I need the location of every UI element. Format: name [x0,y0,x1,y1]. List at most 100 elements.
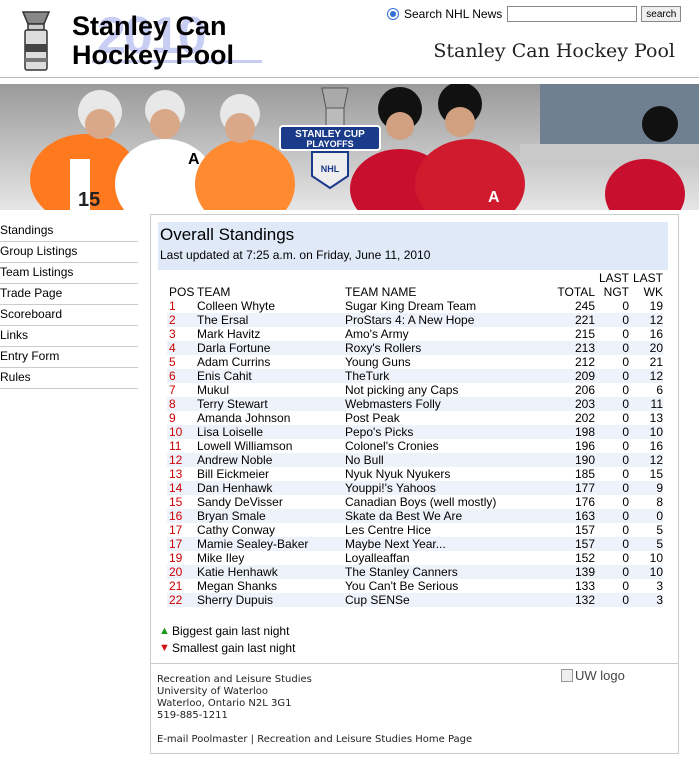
footer-links: E-mail Poolmaster | Recreation and Leisu… [157,734,472,745]
pos-cell: 9 [169,411,176,425]
site-title: Stanley Can Hockey Pool [433,40,675,62]
sidebar-item-team-listings[interactable]: Team Listings [0,264,138,284]
last-ngt-cell: 0 [595,509,629,523]
last-ngt-cell: 0 [622,411,629,425]
team-cell: Katie Henhawk [197,565,345,579]
last-wk-cell: 9 [629,481,663,495]
home-page-link[interactable]: Recreation and Leisure Studies Home Page [257,734,472,745]
team-name-cell: Not picking any Caps [345,383,459,397]
pos-cell: 8 [167,397,197,411]
last-wk-cell: 3 [656,579,663,593]
table-row: 20 Katie Henhawk The Stanley Canners 139 0 10 [167,565,663,579]
col-header-last-wk-top: LAST [632,271,663,285]
last-wk-cell: 6 [656,383,663,397]
sidebar-item-group-listings[interactable]: Group Listings [0,243,138,263]
table-row: 11 Lowell Williamson Colonel's Cronies 196 0… [167,439,663,453]
table-row: 6 Enis Cahit TheTurk 209 0 12 [167,369,663,383]
table-row: 15 Sandy DeVisser Canadian Boys (well most… [167,495,663,509]
team-name-cell: Canadian Boys (well mostly) [345,495,497,509]
cup-logo-badge: NHL [321,164,340,174]
last-ngt-cell: 0 [622,327,629,341]
team-name-cell: Post Peak [345,411,400,425]
team-cell: Colleen Whyte [197,299,276,313]
col-header-last-ngt-top: LAST [598,271,629,285]
col-header-pos: POS [169,285,195,299]
total-cell: 177 [551,481,595,495]
team-name-cell: No Bull [345,453,551,467]
sidebar-item-trade-page[interactable]: Trade Page [0,285,138,305]
last-ngt-cell: 0 [622,355,629,369]
last-wk-cell: 12 [629,453,663,467]
sidebar-item-rules[interactable]: Rules [0,369,138,389]
last-wk-cell: 12 [629,313,663,327]
last-wk-cell: 19 [649,299,663,313]
total-cell: 152 [574,551,595,565]
sidebar-item-links[interactable]: Links [0,327,138,347]
last-wk-cell: 20 [629,341,663,355]
sidebar-item-entry-form[interactable]: Entry Form [0,348,138,368]
pos-cell: 1 [169,299,176,313]
last-ngt-cell: 0 [595,425,629,439]
last-ngt-cell: 0 [595,341,629,355]
last-ngt-cell: 0 [622,551,629,565]
team-cell: Darla Fortune [197,341,345,355]
search-button[interactable]: search [641,6,682,22]
pos-cell: 5 [169,355,176,369]
col-header-total: TOTAL [557,285,595,299]
team-name-cell: Youppi!'s Yahoos [345,481,551,495]
table-row: 7 Mukul Not picking any Caps 206 0 6 [167,383,663,397]
uw-logo-image[interactable]: UW logo [561,668,625,683]
contact-address: Recreation and Leisure Studies Universit… [157,674,312,722]
pos-cell: 12 [167,453,197,467]
legend-loss: ▼ Smallest gain last night [159,640,295,657]
green-up-arrow-icon: ▲ [159,625,170,637]
red-down-arrow-icon: ▼ [159,642,170,654]
last-wk-cell: 0 [629,509,663,523]
legend: ▲ Biggest gain last night ▼ Smallest gai… [159,623,295,657]
total-cell: 185 [574,467,595,481]
team-cell: Mamie Sealey-Baker [197,537,345,551]
team-name-cell: TheTurk [345,369,551,383]
last-ngt-cell: 0 [595,397,629,411]
pos-cell: 7 [169,383,176,397]
last-ngt-cell: 0 [595,537,629,551]
team-cell: Amanda Johnson [197,411,291,425]
table-row: 5 Adam Currins Young Guns 212 0 21 [167,355,663,369]
last-ngt-cell: 0 [622,523,629,537]
total-cell: 139 [551,565,595,579]
sidebar-item-scoreboard[interactable]: Scoreboard [0,306,138,326]
last-wk-cell: 15 [649,467,663,481]
email-poolmaster-link[interactable]: E-mail Poolmaster [157,734,247,745]
table-row: 2 The Ersal ProStars 4: A New Hope 221 0 12 [167,313,663,327]
team-cell: Bryan Smale [197,509,345,523]
team-cell: Sandy DeVisser [197,495,283,509]
table-row: 4 Darla Fortune Roxy's Rollers 213 0 20 [167,341,663,355]
pos-cell: 17 [169,523,183,537]
total-cell: 198 [551,425,595,439]
last-wk-cell: 3 [629,593,663,607]
total-cell: 206 [574,383,595,397]
pos-cell: 22 [167,593,197,607]
total-cell: 209 [551,369,595,383]
team-cell: Mike Iley [197,551,245,565]
team-cell: Cathy Conway [197,523,276,537]
search-nhl-news-radio[interactable] [387,8,399,20]
pos-cell: 4 [167,341,197,355]
last-ngt-cell: 0 [595,593,629,607]
last-ngt-cell: 0 [622,495,629,509]
total-cell: 213 [551,341,595,355]
col-header-last-wk: LAST WK [629,271,663,299]
address-line: University of Waterloo [157,686,269,697]
last-ngt-cell: 0 [595,453,629,467]
sidebar-item-standings[interactable]: Standings [0,222,138,242]
col-header-last-ngt-bottom: NGT [603,285,629,299]
search-input[interactable] [507,6,638,22]
last-ngt-cell: 0 [622,299,629,313]
last-ngt-cell: 0 [595,565,629,579]
team-name-cell: The Stanley Canners [345,565,551,579]
logo-line-2: Hockey Pool [72,40,235,70]
last-ngt-cell: 0 [595,313,629,327]
team-name-cell: Amo's Army [345,327,409,341]
site-logo[interactable]: Stanley Can Hockey Pool [72,12,234,70]
total-cell: 157 [574,523,595,537]
